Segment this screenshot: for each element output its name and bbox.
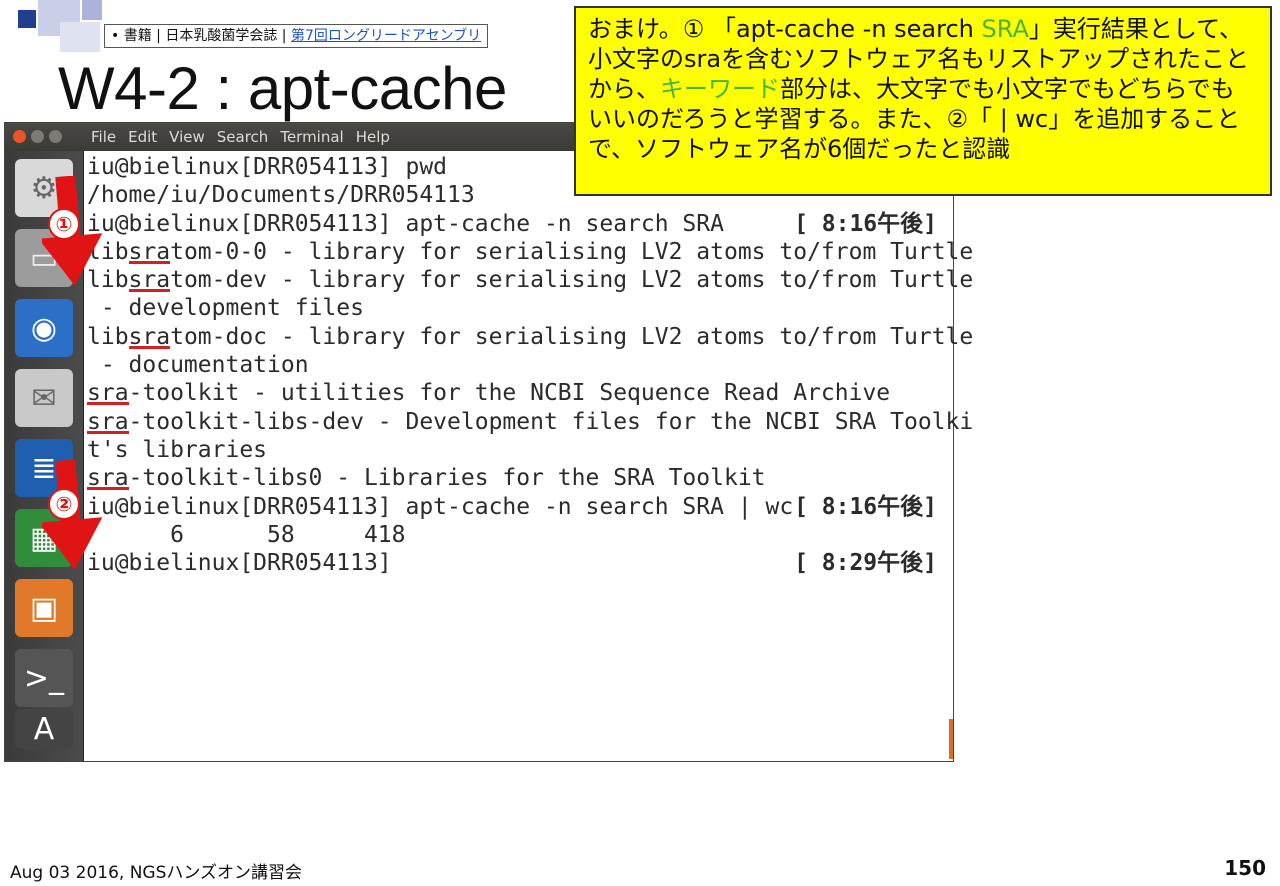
mail-icon[interactable]: ✉ [15, 369, 73, 427]
terminal-line-suffix: -toolkit - utilities for the NCBI Sequen… [128, 380, 891, 407]
terminal-line-text: - documentation [87, 352, 309, 379]
close-icon[interactable] [13, 130, 26, 143]
terminal-line: iu@bielinux[DRR054113] apt-cache -n sear… [87, 210, 949, 238]
note-text-1: おまけ。① 「apt-cache -n search [588, 15, 982, 43]
impress-icon[interactable]: ▣ [15, 579, 73, 637]
terminal-line-text: 6 58 418 [87, 521, 406, 548]
terminal-line: - documentation [87, 351, 949, 379]
terminal-line-text: t's libraries [87, 436, 268, 463]
terminal-line-text: - development files [87, 295, 364, 322]
bullet: • [111, 28, 120, 44]
note-green-keyword: キーワード [660, 75, 780, 103]
highlighted-sra: sra [128, 323, 171, 350]
highlighted-sra: sra [128, 267, 171, 294]
menu-edit[interactable]: Edit [128, 123, 157, 151]
software-center-icon[interactable]: A [15, 709, 73, 749]
reference-bar: • 書籍 | 日本乳酸菌学会誌 | 第7回ロングリードアセンブリ [104, 24, 489, 48]
terminal-line-text: /home/iu/Documents/DRR054113 [87, 182, 475, 209]
terminal-line-suffix: -toolkit-libs0 - Libraries for the SRA T… [128, 465, 766, 492]
terminal-line-suffix: tom-dev - library for serialising LV2 at… [170, 267, 974, 294]
terminal-line: sra-toolkit-libs0 - Libraries for the SR… [87, 464, 949, 492]
terminal-line: - development files [87, 294, 949, 322]
minimize-icon[interactable] [31, 130, 44, 143]
prompt-timestamp: [ 8:16午後] [794, 210, 937, 237]
menu-search[interactable]: Search [217, 123, 269, 151]
terminal-line: libsratom-dev - library for serialising … [87, 266, 973, 294]
terminal-line: libsratom-0-0 - library for serialising … [87, 238, 973, 266]
terminal-line-suffix: tom-0-0 - library for serialising LV2 at… [170, 238, 974, 265]
prompt-timestamp: [ 8:29午後] [794, 550, 937, 577]
footer-date: Aug 03 2016, NGSハンズオン講習会 [10, 863, 303, 883]
marker-2: ② [48, 488, 80, 520]
annotation-note: おまけ。① 「apt-cache -n search SRA」実行結果として、小… [574, 6, 1272, 196]
note-green-sra: SRA [981, 15, 1029, 43]
highlighted-sra: sra [128, 238, 171, 265]
terminal-line: iu@bielinux[DRR054113] apt-cache -n sear… [87, 493, 949, 521]
slide-decoration [18, 10, 36, 28]
arrow-marker-2 [42, 460, 103, 570]
maximize-icon[interactable] [49, 130, 62, 143]
scrollbar[interactable] [949, 719, 953, 759]
terminal-line: iu@bielinux[DRR054113] [ 8:29午後] [87, 549, 949, 577]
menu-file[interactable]: File [91, 123, 116, 151]
terminal-line-suffix: tom-doc - library for serialising LV2 at… [170, 323, 974, 350]
terminal-line-suffix: -toolkit-libs-dev - Development files fo… [128, 408, 974, 435]
terminal-line-text: iu@bielinux[DRR054113] [87, 550, 392, 577]
terminal-line-prefix: lib [87, 323, 129, 350]
terminal-line-text: iu@bielinux[DRR054113] apt-cache -n sear… [87, 493, 794, 520]
menu-help[interactable]: Help [356, 123, 390, 151]
terminal-line: libsratom-doc - library for serialising … [87, 323, 973, 351]
terminal-output[interactable]: iu@bielinux[DRR054113] pwd/home/iu/Docum… [87, 151, 973, 761]
terminal-line: sra-toolkit-libs-dev - Development files… [87, 408, 973, 436]
page-number: 150 [1224, 856, 1266, 880]
firefox-icon[interactable]: ◉ [15, 299, 73, 357]
terminal-icon[interactable]: >_ [15, 649, 73, 707]
reference-link[interactable]: 第7回ロングリードアセンブリ [291, 28, 481, 44]
menu-terminal[interactable]: Terminal [280, 123, 343, 151]
highlighted-sra: sra [87, 380, 129, 407]
terminal-line: sra-toolkit - utilities for the NCBI Seq… [87, 379, 949, 407]
slide-decoration [82, 0, 102, 20]
reference-text: 書籍 | 日本乳酸菌学会誌 | [123, 28, 287, 44]
highlighted-sra: sra [87, 408, 129, 435]
terminal-line-text: iu@bielinux[DRR054113] apt-cache -n sear… [87, 210, 724, 237]
terminal-menubar: File Edit View Search Terminal Help [91, 123, 390, 151]
prompt-timestamp: [ 8:16午後] [794, 493, 937, 520]
slide-title: W4-2 : apt-cache [58, 55, 507, 122]
terminal-line: 6 58 418 [87, 521, 949, 549]
slide-decoration [60, 22, 100, 52]
terminal-line: t's libraries [87, 436, 949, 464]
menu-view[interactable]: View [169, 123, 205, 151]
terminal-line-text: iu@bielinux[DRR054113] pwd [87, 154, 448, 180]
marker-1: ① [48, 208, 80, 240]
terminal-window[interactable]: File Edit View Search Terminal Help ⚙ ▭ … [4, 122, 973, 762]
